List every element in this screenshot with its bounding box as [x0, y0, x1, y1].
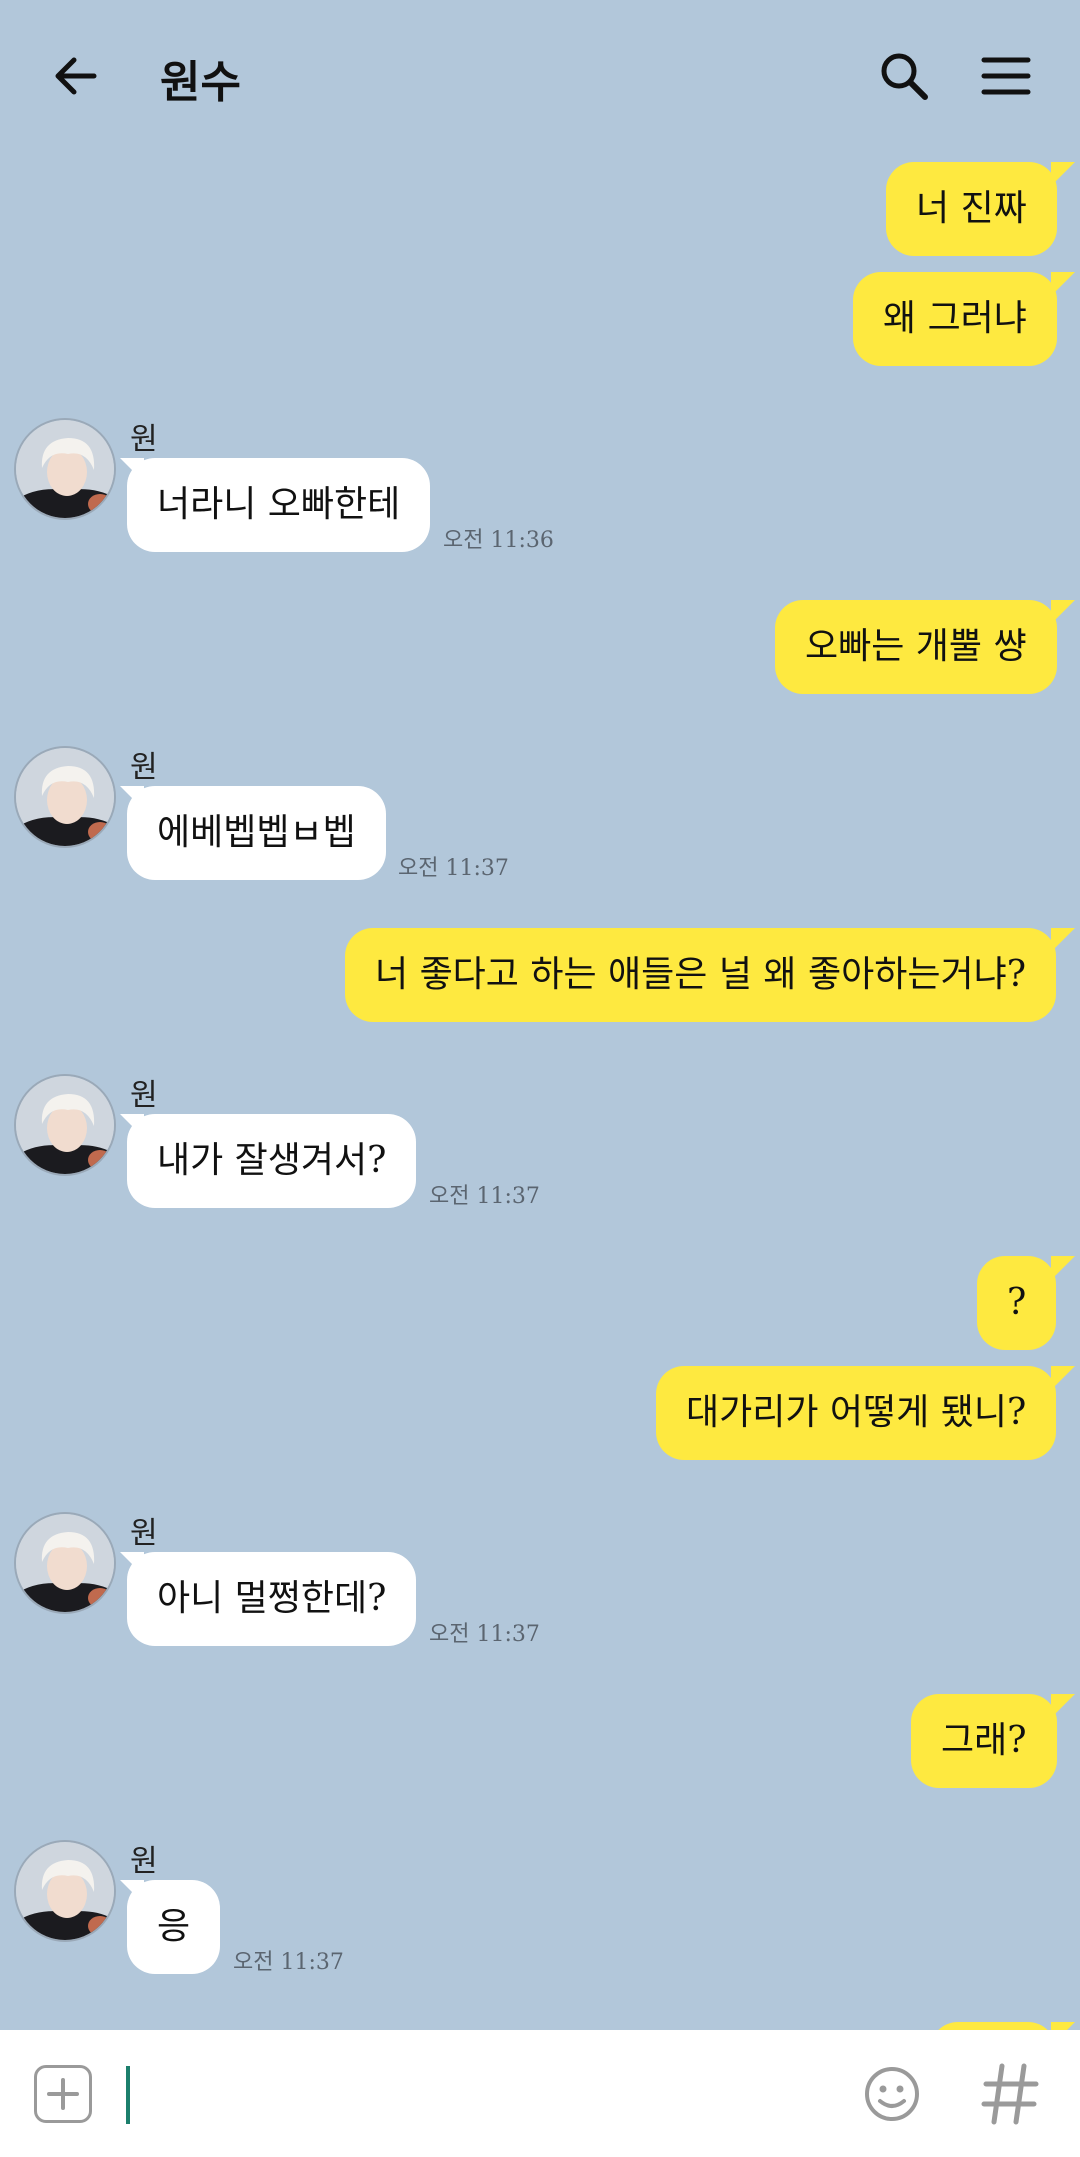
message-time: 오전 11:36: [443, 528, 554, 553]
message-bubble[interactable]: 너 진짜: [886, 162, 1057, 256]
avatar[interactable]: [14, 418, 116, 520]
message-time: 오전 11:37: [233, 1950, 344, 1975]
message-bubble[interactable]: 왜 그러냐: [853, 272, 1057, 366]
message-bubble[interactable]: 아니 멀쩡한데?: [127, 1552, 417, 1646]
message-bubble[interactable]: 내가 잘생겨서?: [127, 1114, 417, 1208]
attach-button[interactable]: [34, 2065, 92, 2123]
avatar[interactable]: [14, 1512, 116, 1614]
message-time: 오전 11:37: [398, 856, 509, 881]
avatar[interactable]: [14, 1840, 116, 1942]
avatar[interactable]: [14, 1074, 116, 1176]
search-button[interactable]: [868, 40, 940, 112]
message-bubble[interactable]: 에베벱벱ㅂ벱: [127, 786, 386, 880]
message-time: 오전 11:37: [429, 1622, 540, 1647]
message-bubble[interactable]: 응: [127, 1880, 221, 1974]
message-bubble[interactable]: 오빠는 개뿔 썅: [775, 600, 1057, 694]
arrow-left-icon: [55, 57, 97, 95]
message-time: 오전 11:37: [429, 1184, 540, 1209]
hashtag-button[interactable]: [978, 2060, 1042, 2128]
chat-screen: 원수 너 진짜왜 그러냐오전 11:36 원수너라니 오빠한테오전 11:36오…: [0, 0, 1080, 2157]
menu-button[interactable]: [970, 40, 1042, 112]
hashtag-icon: [981, 2063, 1039, 2125]
plus-square-icon: [47, 2078, 79, 2110]
message-bubble[interactable]: 그래?: [911, 1694, 1057, 1788]
message-bubble[interactable]: 대가리가 어떻게 됐니?: [656, 1366, 1057, 1460]
avatar[interactable]: [14, 746, 116, 848]
message-bubble[interactable]: 너 좋다고 하는 애들은 널 왜 좋아하는거냐?: [345, 928, 1057, 1022]
message-input-bar: [0, 2030, 1080, 2157]
message-bubble[interactable]: 그래: [930, 2022, 1057, 2030]
text-cursor: [126, 2066, 130, 2124]
message-bubble[interactable]: 너라니 오빠한테: [127, 458, 431, 552]
chat-title: 원수: [160, 57, 241, 108]
menu-icon: [981, 57, 1031, 95]
search-icon: [881, 53, 928, 100]
message-list[interactable]: 너 진짜왜 그러냐오전 11:36 원수너라니 오빠한테오전 11:36오빠는 …: [0, 150, 1080, 2030]
chat-header: 원수: [0, 0, 1080, 150]
bubble-tail: [1051, 2022, 1075, 2030]
emoji-icon: [865, 2067, 919, 2121]
back-button[interactable]: [40, 40, 112, 112]
message-input[interactable]: [126, 2060, 826, 2128]
emoji-button[interactable]: [862, 2064, 922, 2124]
message-bubble[interactable]: ?: [977, 1256, 1057, 1350]
